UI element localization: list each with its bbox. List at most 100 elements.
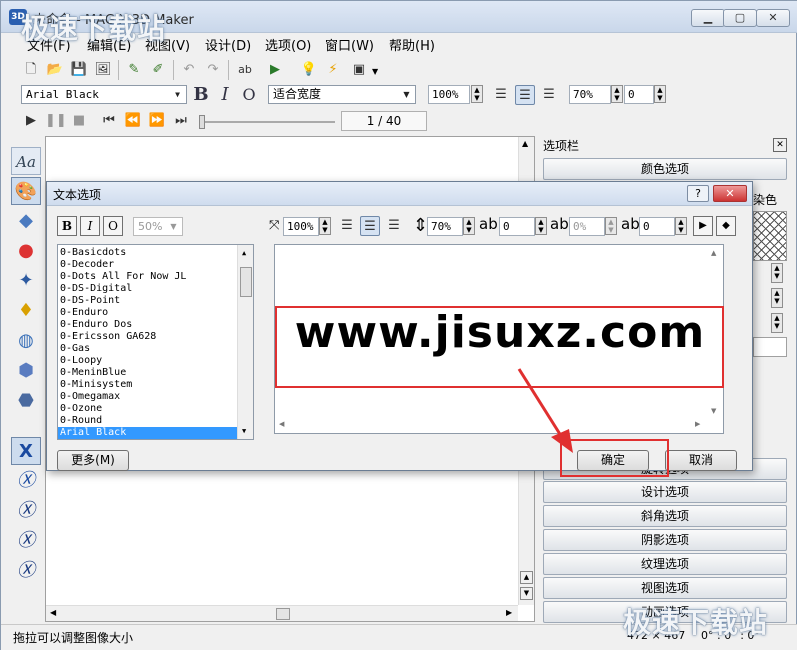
effects-icon[interactable]: ⚡	[323, 60, 343, 80]
design-options-button[interactable]: 设计选项	[543, 481, 787, 503]
panel-field[interactable]	[753, 337, 787, 357]
align-center-icon[interactable]: ☰	[515, 85, 535, 105]
bold-button[interactable]: B	[191, 85, 211, 105]
font-list-item[interactable]: 0-Round	[58, 415, 238, 427]
opacity-spinner[interactable]: ▲ ▼	[611, 85, 623, 103]
cancel-button[interactable]: 取消	[665, 450, 737, 471]
dialog-scale-input[interactable]: 100%	[283, 217, 319, 236]
panel-spinner-1[interactable]: ▲ ▼	[771, 263, 783, 283]
color-palette-icon[interactable]: 🎨	[11, 177, 41, 205]
scroll-down-icon[interactable]: ▼	[242, 427, 246, 435]
scroll-down-icon[interactable]: ▼	[711, 407, 716, 415]
offset-input[interactable]: 0	[624, 85, 654, 104]
font-list[interactable]: 0-Basicdots 0-Decoder 0-Dots All For Now J…	[57, 244, 254, 440]
frame-slider[interactable]	[199, 121, 335, 123]
dialog-width-input[interactable]: 0%	[569, 217, 605, 236]
font-select[interactable]: Arial Black ▼	[21, 85, 187, 104]
undo-icon[interactable]: ↶	[179, 60, 199, 80]
dialog-outline-button[interactable]: O	[103, 216, 123, 236]
minimize-button[interactable]: ▁	[691, 9, 725, 27]
font-list-item[interactable]: 0-DS-Digital	[58, 283, 238, 295]
scroll-left-icon[interactable]: ◀	[50, 608, 56, 617]
first-frame-icon[interactable]: ⏮	[99, 111, 119, 131]
menu-design[interactable]: 设计(D)	[205, 35, 251, 54]
prev-frame-icon[interactable]: ⏪	[123, 111, 143, 131]
next-frame-icon[interactable]: ⏩	[147, 111, 167, 131]
menu-help[interactable]: 帮助(H)	[389, 35, 435, 54]
color-options-button[interactable]: 颜色选项	[543, 158, 787, 180]
font-list-item[interactable]: 0-MeninBlue	[58, 367, 238, 379]
font-list-item[interactable]: 0-Dots All For Now JL	[58, 271, 238, 283]
pause-icon[interactable]: ❚❚	[45, 111, 67, 131]
font-list-item[interactable]: 0-Basicdots	[58, 247, 238, 259]
cube-icon[interactable]: ◆	[11, 207, 41, 235]
scroll-right-icon[interactable]: ▶	[695, 420, 700, 428]
italic-button[interactable]: I	[215, 85, 235, 105]
x-tool-icon-3[interactable]: Ⓧ	[11, 497, 41, 525]
dialog-help-button[interactable]: ?	[687, 185, 709, 202]
new-file-icon[interactable]: 🗋	[21, 60, 41, 80]
last-frame-icon[interactable]: ⏭	[171, 111, 191, 131]
texture-options-button[interactable]: 纹理选项	[543, 553, 787, 575]
dialog-baseline-input[interactable]: 0	[639, 217, 675, 236]
dialog-close-button[interactable]: ✕	[713, 185, 747, 202]
dialog-align-left-icon[interactable]: ☰	[337, 216, 357, 236]
dialog-size-select[interactable]: 50% ▼	[133, 217, 183, 236]
panel-spinner-3[interactable]: ▲ ▼	[771, 313, 783, 333]
panel-close-icon[interactable]: ✕	[773, 138, 787, 152]
outline-button[interactable]: O	[239, 85, 259, 105]
dialog-italic-button[interactable]: I	[80, 216, 100, 236]
play-icon[interactable]: ▶	[21, 111, 41, 131]
x-tool-icon-2[interactable]: Ⓧ	[11, 467, 41, 495]
font-list-item[interactable]: 0-Ericsson GA628	[58, 331, 238, 343]
font-list-item[interactable]: 0-Enduro Dos	[58, 319, 238, 331]
scroll-up-icon[interactable]: ▲	[711, 249, 716, 257]
fit-select[interactable]: 适合宽度 ▼	[268, 85, 416, 104]
light-icon[interactable]: ♦	[11, 297, 41, 325]
light-bulb-icon[interactable]: 💡	[299, 60, 319, 80]
hscroll-thumb[interactable]	[276, 608, 290, 620]
dialog-spacing-spinner[interactable]: ▲ ▼	[535, 217, 547, 235]
offset-spinner[interactable]: ▲ ▼	[654, 85, 666, 103]
frame-slider-thumb[interactable]	[199, 115, 205, 129]
save-icon[interactable]: 💾	[69, 60, 89, 80]
redo-icon[interactable]: ↷	[203, 60, 223, 80]
dialog-height-input[interactable]: 70%	[427, 217, 463, 236]
background-dropdown-icon[interactable]: ▼	[372, 67, 378, 76]
font-list-scrollbar[interactable]: ▲ ▼	[237, 245, 253, 439]
edit-object-icon[interactable]: ✎	[124, 60, 144, 80]
zoom-input[interactable]: 100%	[428, 85, 470, 104]
close-button[interactable]: ✕	[756, 9, 790, 27]
maximize-button[interactable]: ▢	[723, 9, 757, 27]
font-list-item[interactable]: 0-Gas	[58, 343, 238, 355]
view-options-button[interactable]: 视图选项	[543, 577, 787, 599]
text-icon[interactable]: ab	[235, 60, 255, 80]
edit-scene-icon[interactable]: ✐	[148, 60, 168, 80]
menu-window[interactable]: 窗口(W)	[325, 35, 374, 54]
dialog-bold-button[interactable]: B	[57, 216, 77, 236]
texture-swatch[interactable]	[753, 211, 787, 261]
dialog-scale-spinner[interactable]: ▲ ▼	[319, 217, 331, 235]
scroll-up-icon[interactable]: ▲	[242, 249, 246, 257]
open-folder-icon[interactable]: 📂	[45, 60, 65, 80]
scroll-left-icon[interactable]: ◀	[279, 420, 284, 428]
dialog-height-spinner[interactable]: ▲ ▼	[463, 217, 475, 235]
view-icon[interactable]: ⬣	[11, 387, 41, 415]
more-button[interactable]: 更多(M)	[57, 450, 129, 471]
x-tool-icon-1[interactable]: X	[11, 437, 41, 465]
align-left-icon[interactable]: ☰	[491, 85, 511, 105]
background-icon[interactable]: ▣	[349, 60, 369, 80]
shapes-icon[interactable]: ⬢	[11, 357, 41, 385]
x-tool-icon-4[interactable]: Ⓧ	[11, 527, 41, 555]
export-image-icon[interactable]: 🖼	[93, 60, 113, 80]
preview-hscrollbar[interactable]: ◀ ▶	[275, 417, 709, 433]
font-list-thumb[interactable]	[240, 267, 252, 297]
stop-icon[interactable]: ■	[69, 111, 89, 131]
bevel-icon[interactable]: ✦	[11, 267, 41, 295]
font-list-item[interactable]: 0-Decoder	[58, 259, 238, 271]
dialog-play-button[interactable]: ▶	[693, 216, 713, 236]
scroll-right-icon[interactable]: ▶	[506, 608, 512, 617]
scroll-page-up-icon[interactable]: ▲	[520, 571, 533, 584]
dialog-baseline-spinner[interactable]: ▲ ▼	[675, 217, 687, 235]
dialog-align-right-icon[interactable]: ☰	[384, 216, 404, 236]
